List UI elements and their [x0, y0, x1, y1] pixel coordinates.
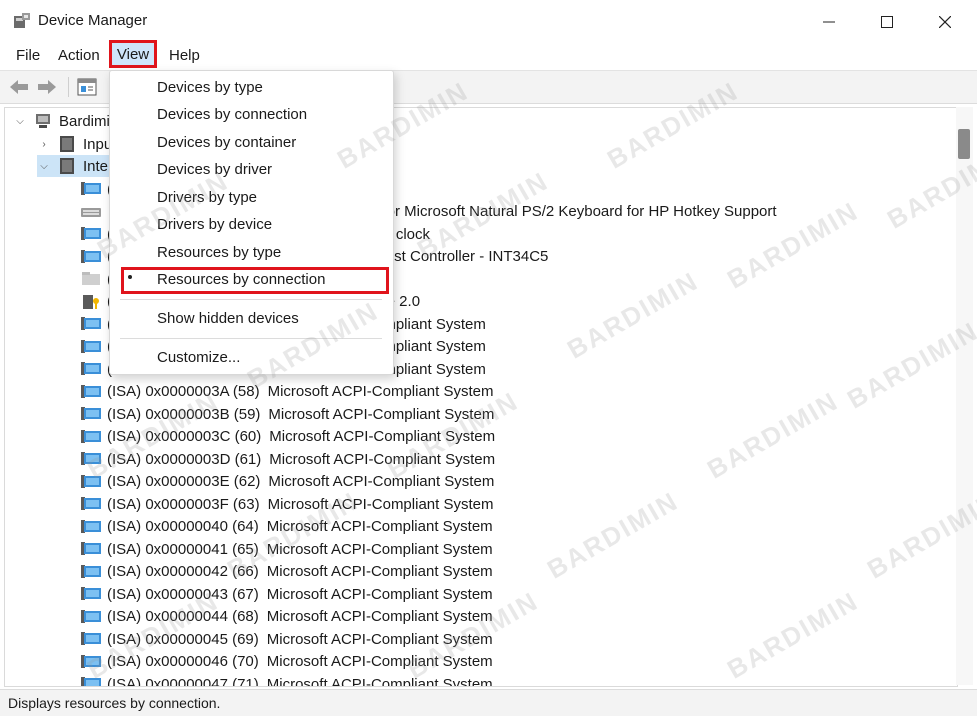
- scrollbar-thumb[interactable]: [958, 129, 970, 159]
- menu-help[interactable]: Help: [167, 47, 202, 64]
- menu-item-resources-by-connection[interactable]: Resources by connection: [157, 271, 325, 288]
- device-description: Microsoft ACPI-Compliant System: [267, 495, 494, 513]
- device-resource-label: (ISA) 0x0000003A (58): [107, 383, 260, 400]
- forward-arrow-icon: [38, 80, 56, 94]
- device-description: Microsoft ACPI-Compliant System: [268, 473, 495, 490]
- maximize-icon: [881, 16, 893, 28]
- menu-view[interactable]: View: [109, 40, 157, 68]
- device-row[interactable]: (ISA) 0x00000043 (67) Microsoft ACPI-Comp…: [81, 583, 493, 605]
- device-manager-icon: [14, 13, 30, 28]
- menu-separator: [120, 299, 382, 300]
- menu-item-devices-by-type[interactable]: Devices by type: [157, 79, 263, 96]
- device-description: Microsoft ACPI-Compliant System: [266, 608, 493, 625]
- monitor-device-icon: [81, 249, 101, 263]
- monitor-device-icon: [81, 317, 101, 330]
- menu-item-devices-by-connection[interactable]: Devices by connection: [157, 106, 307, 123]
- window-title: Device Manager: [38, 12, 148, 29]
- monitor-device-icon: [81, 609, 101, 623]
- status-bar: Displays resources by connection.: [0, 689, 977, 716]
- close-icon: [939, 16, 951, 28]
- monitor-device-icon: [81, 429, 101, 443]
- device-description: Microsoft ACPI-Compliant System: [266, 563, 493, 580]
- device-resource-label: (ISA) 0x0000003F (63): [107, 495, 260, 513]
- device-row[interactable]: (ISA) 0x00000042 (66) Microsoft ACPI-Comp…: [81, 561, 493, 583]
- device-category-icon: [60, 136, 74, 152]
- properties-icon: [77, 78, 97, 96]
- menu-action[interactable]: Action: [56, 47, 102, 64]
- back-button[interactable]: [8, 76, 30, 98]
- monitor-device-icon: [81, 182, 101, 195]
- monitor-device-icon: [81, 564, 101, 578]
- monitor-device-icon: [81, 339, 101, 353]
- monitor-device-icon: [81, 362, 101, 375]
- device-description: Microsoft ACPI-Compliant System: [267, 383, 494, 400]
- tree-node-input[interactable]: › Inpu: [37, 133, 112, 155]
- chevron-right-icon[interactable]: ›: [37, 139, 51, 150]
- device-category-icon: [60, 158, 74, 174]
- computer-name: Bardimi: [59, 112, 110, 130]
- device-description: Microsoft ACPI-Compliant System: [266, 585, 493, 603]
- monitor-device-icon: [81, 384, 101, 398]
- device-row[interactable]: (ISA) 0x0000003E (62) Microsoft ACPI-Comp…: [81, 471, 494, 493]
- back-arrow-icon: [10, 80, 28, 94]
- minimize-button[interactable]: [806, 8, 852, 36]
- security-device-icon: [83, 294, 99, 309]
- system-folder-icon: [82, 272, 100, 285]
- tree-node-interrupt[interactable]: ⌵ Inte: [37, 155, 115, 177]
- menu-file[interactable]: File: [14, 47, 42, 64]
- monitor-device-icon: [81, 407, 101, 420]
- monitor-device-icon: [81, 519, 101, 533]
- monitor-device-icon: [81, 542, 101, 555]
- device-resource-label: (ISA) 0x00000040 (64): [107, 518, 259, 535]
- device-description: Host Controller - INT34C5: [375, 248, 549, 265]
- device-description: y or Microsoft Natural PS/2 Keyboard for…: [375, 203, 777, 220]
- keyboard-icon: [81, 207, 101, 217]
- device-description: Microsoft ACPI-Compliant System: [266, 675, 493, 687]
- properties-button[interactable]: [76, 76, 98, 98]
- computer-icon: [36, 114, 50, 128]
- status-text: Displays resources by connection.: [8, 695, 221, 711]
- monitor-device-icon: [81, 632, 101, 645]
- device-row[interactable]: (ISA) 0x0000003A (58) Microsoft ACPI-Comp…: [81, 381, 494, 403]
- title-bar: Device Manager: [0, 0, 977, 42]
- maximize-button[interactable]: [864, 8, 910, 36]
- chevron-down-icon[interactable]: ⌵: [13, 116, 27, 127]
- monitor-device-icon: [81, 497, 101, 510]
- forward-button[interactable]: [36, 76, 58, 98]
- menu-item-resources-by-type[interactable]: Resources by type: [157, 244, 281, 261]
- toolbar-separator: [68, 77, 69, 97]
- tree-root[interactable]: ⌵ Bardimi: [13, 110, 110, 132]
- bullet-icon: [128, 275, 132, 279]
- tree-node-label: Inte: [83, 157, 109, 175]
- menu-item-show-hidden-devices[interactable]: Show hidden devices: [157, 310, 299, 327]
- menu-item-devices-by-container[interactable]: Devices by container: [157, 134, 296, 151]
- close-button[interactable]: [922, 8, 968, 36]
- minimize-icon: [823, 21, 835, 23]
- device-row[interactable]: (ISA) 0x0000003F (63) Microsoft ACPI-Comp…: [81, 493, 493, 515]
- device-resource-label: (ISA) 0x00000047 (71): [107, 675, 259, 687]
- chevron-down-icon[interactable]: ⌵: [37, 161, 51, 172]
- device-resource-label: (ISA) 0x0000003E (62): [107, 473, 261, 490]
- monitor-device-icon: [81, 587, 101, 600]
- device-row[interactable]: (ISA) 0x0000003B (59) Microsoft ACPI-Comp…: [81, 403, 494, 425]
- menu-view-label: View: [116, 45, 150, 63]
- menu-item-customize[interactable]: Customize...: [157, 349, 240, 366]
- tree-node-label: Inpu: [83, 135, 113, 153]
